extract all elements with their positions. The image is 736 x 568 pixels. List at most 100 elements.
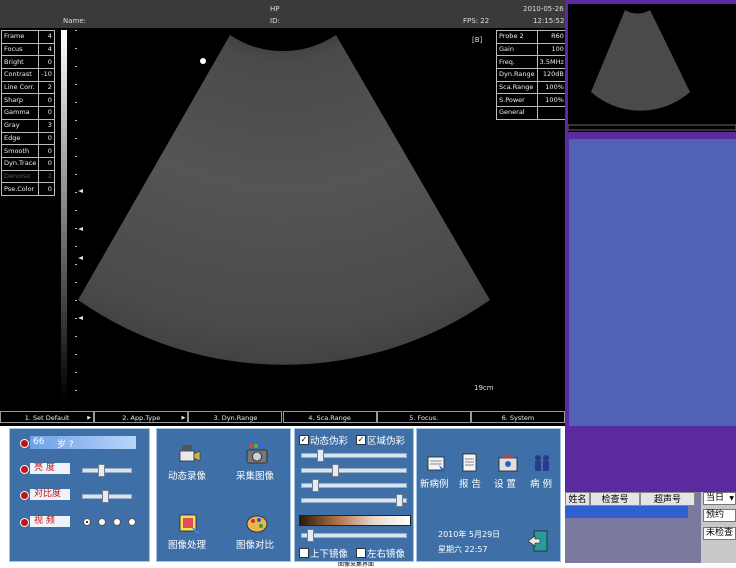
thumbnail-preview[interactable] (568, 4, 736, 132)
grid-header-us-no[interactable]: 超声号 (640, 492, 695, 506)
scheduled-filter[interactable]: 预约 (703, 509, 736, 522)
param-value: 0 (38, 156, 55, 171)
brightness-slider[interactable] (82, 464, 132, 477)
grid-header-name[interactable]: 姓名 (565, 492, 590, 506)
settings-button[interactable]: 设 置 (494, 476, 516, 490)
color-map-bar (299, 515, 411, 526)
param-row: Bright 0 (0, 55, 55, 70)
param-value: 0 (38, 93, 55, 108)
video-label: 视 频 (30, 516, 70, 527)
exit-icon[interactable] (527, 530, 549, 552)
option-slider-2[interactable] (301, 464, 407, 477)
param-label: Smooth (0, 144, 40, 158)
param-value: 0 (38, 182, 55, 196)
param-label: Contrast (0, 68, 40, 82)
camera-icon[interactable] (245, 443, 269, 465)
param-row: Focus 4 (0, 42, 55, 57)
option-slider-3[interactable] (301, 479, 407, 492)
option-slider-thumb[interactable] (396, 494, 404, 507)
chevron-right-icon: ▶ (87, 415, 92, 421)
age-field[interactable]: 66 岁 ? (30, 436, 136, 450)
video-radio-2[interactable] (98, 518, 106, 526)
grid-selected-row[interactable] (565, 506, 688, 518)
age-indicator (20, 439, 29, 448)
softkey-6[interactable]: 6. System (470, 411, 565, 423)
param-value: 2 (38, 169, 55, 184)
param-value: 0 (38, 131, 55, 146)
cases-button[interactable]: 病 例 (530, 476, 552, 490)
region-artifact-checkbox[interactable]: ✓ (356, 435, 366, 445)
softkey-2[interactable]: 2. App.Type ▶ (94, 411, 189, 423)
flip-horizontal-checkbox[interactable] (356, 548, 366, 558)
option-slider-1[interactable] (301, 449, 407, 462)
palette-icon[interactable] (245, 513, 269, 535)
contrast-label: 对比度 (30, 489, 70, 500)
process-button[interactable]: 图像处理 (168, 537, 206, 551)
param-label: Dyn.Trace (0, 156, 40, 171)
cases-icon[interactable] (531, 453, 553, 473)
probe-row: General (496, 106, 567, 120)
capture-button[interactable]: 采集图像 (236, 468, 274, 482)
param-value: 3 (38, 118, 55, 133)
period-value: 当日 (706, 493, 725, 503)
video-radio-3[interactable] (113, 518, 121, 526)
video-radio-4[interactable] (128, 518, 136, 526)
softkey-5[interactable]: 5. Focus. (376, 411, 471, 423)
image-params-table: Frame 4 Focus 4 Bright 0 Contrast -10 Line Corr.… (0, 30, 55, 196)
nav-weekday-time: 星期六 22:57 (438, 545, 488, 554)
probe-label: General (496, 106, 538, 120)
video-radio-1[interactable] (83, 518, 91, 526)
brightness-thumb[interactable] (98, 464, 106, 477)
softkey-label: 3. Dyn.Range (213, 414, 258, 422)
option-slider-thumb[interactable] (316, 449, 324, 462)
param-value: 0 (38, 144, 55, 158)
new-case-button[interactable]: 新病例 (420, 476, 449, 490)
brightness-indicator (20, 465, 29, 474)
softkey-4[interactable]: 4. Sca.Range (282, 411, 377, 423)
flip-vertical-checkbox[interactable] (299, 548, 309, 558)
probe-label: Freq. (496, 55, 538, 70)
param-value: 0 (38, 106, 55, 120)
video-camera-icon[interactable] (178, 443, 202, 465)
report-button[interactable]: 报 告 (459, 476, 481, 490)
patient-grid: 姓名 检查号 超声号 (565, 492, 701, 563)
option-slider-4[interactable] (301, 494, 407, 507)
chevron-down-icon: ▼ (729, 495, 734, 502)
image-mode-tag: [B] (472, 36, 483, 44)
option-slider-thumb[interactable] (311, 479, 319, 492)
param-row: Pse.Color 0 (0, 182, 55, 196)
age-unit: 岁 ? (57, 440, 74, 450)
period-select[interactable]: 当日 ▼ (703, 492, 736, 505)
unchecked-filter[interactable]: 未检查 (703, 527, 736, 540)
contrast-thumb[interactable] (102, 490, 110, 503)
option-slider-thumb[interactable] (306, 529, 314, 542)
new-case-icon[interactable] (427, 453, 447, 473)
options-panel: ✓ 动态伪彩 ✓ 区域伪彩 上下镜像 左右镜像 (294, 428, 414, 562)
report-icon[interactable] (460, 453, 480, 473)
nav-date: 2010年 5月29日 (438, 530, 501, 539)
contrast-slider[interactable] (82, 490, 132, 503)
record-button[interactable]: 动态录像 (168, 468, 206, 482)
brightness-label: 亮 度 (30, 463, 70, 474)
image-process-icon[interactable] (178, 513, 202, 535)
option-slider-thumb[interactable] (331, 464, 339, 477)
param-row: Contrast -10 (0, 68, 55, 82)
softkey-label: 6. System (501, 414, 535, 422)
param-row: Frame 4 (0, 30, 55, 44)
option-slider-5[interactable] (301, 529, 407, 542)
softkey-label: 5. Focus. (409, 414, 439, 422)
grid-header-exam-no[interactable]: 检查号 (590, 492, 640, 506)
dynamic-artifact-label: 动态伪彩 (310, 436, 349, 447)
param-label: Edge (0, 131, 40, 146)
probe-value: 3.5MHz (536, 55, 567, 70)
softkey-1[interactable]: 1. Set Default ▶ (0, 411, 95, 423)
probe-row: Dyn.Range 120dB (496, 68, 567, 82)
dynamic-artifact-checkbox[interactable]: ✓ (299, 435, 309, 445)
param-row: Dyn.Trace 0 (0, 156, 55, 171)
settings-icon[interactable] (497, 453, 519, 473)
probe-value: 100% (536, 80, 567, 95)
probe-label: Probe 2 (496, 30, 538, 44)
age-value: 66 (33, 437, 45, 447)
compare-button[interactable]: 图像对比 (236, 537, 274, 551)
softkey-3[interactable]: 3. Dyn.Range (188, 411, 283, 423)
